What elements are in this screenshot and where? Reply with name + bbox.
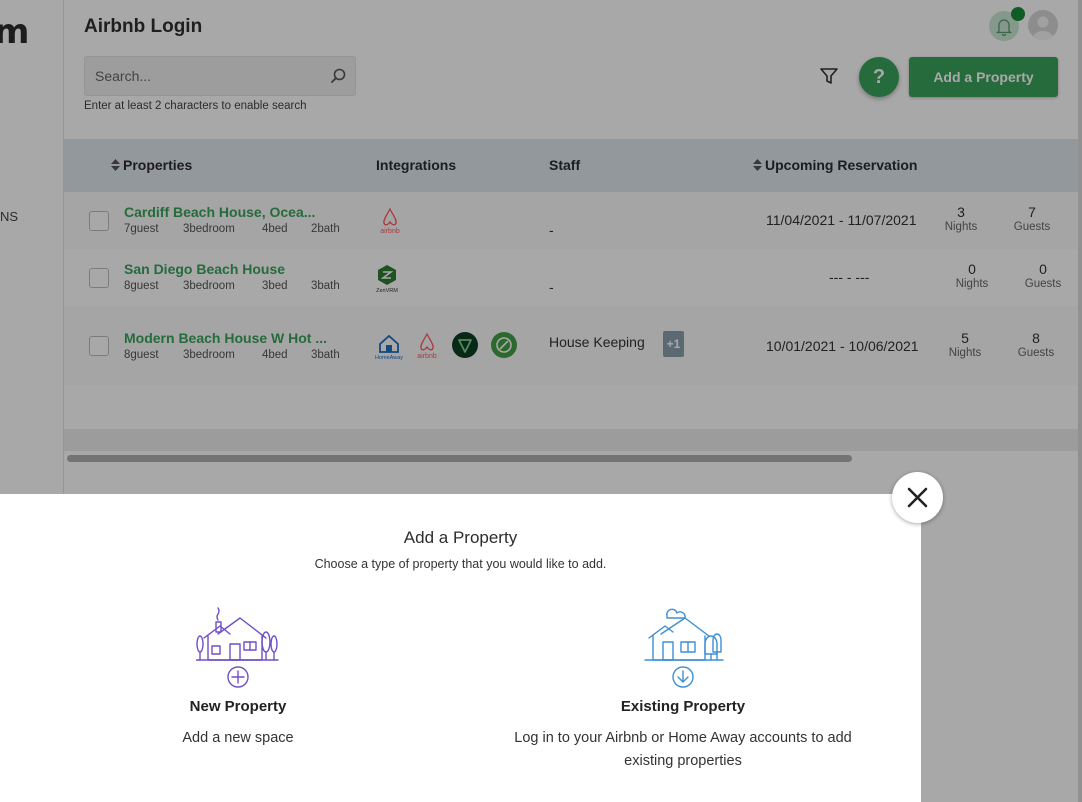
existing-house-download-icon <box>644 608 724 688</box>
option-description: Log in to your Airbnb or Home Away accou… <box>514 730 852 769</box>
new-property-option[interactable]: New Property Add a new space <box>118 604 358 750</box>
option-description: Add a new space <box>182 730 294 746</box>
close-icon <box>907 487 928 508</box>
close-modal-button[interactable] <box>892 472 943 523</box>
option-title: Existing Property <box>620 698 746 715</box>
add-property-modal: Add a Property Choose a type of property… <box>0 494 921 802</box>
modal-subtitle: Choose a type of property that you would… <box>314 557 607 571</box>
modal-title: Add a Property <box>403 528 518 547</box>
new-house-plus-icon <box>196 607 279 688</box>
existing-property-option[interactable]: Existing Property Log in to your Airbnb … <box>488 604 878 773</box>
option-title: New Property <box>189 698 287 715</box>
